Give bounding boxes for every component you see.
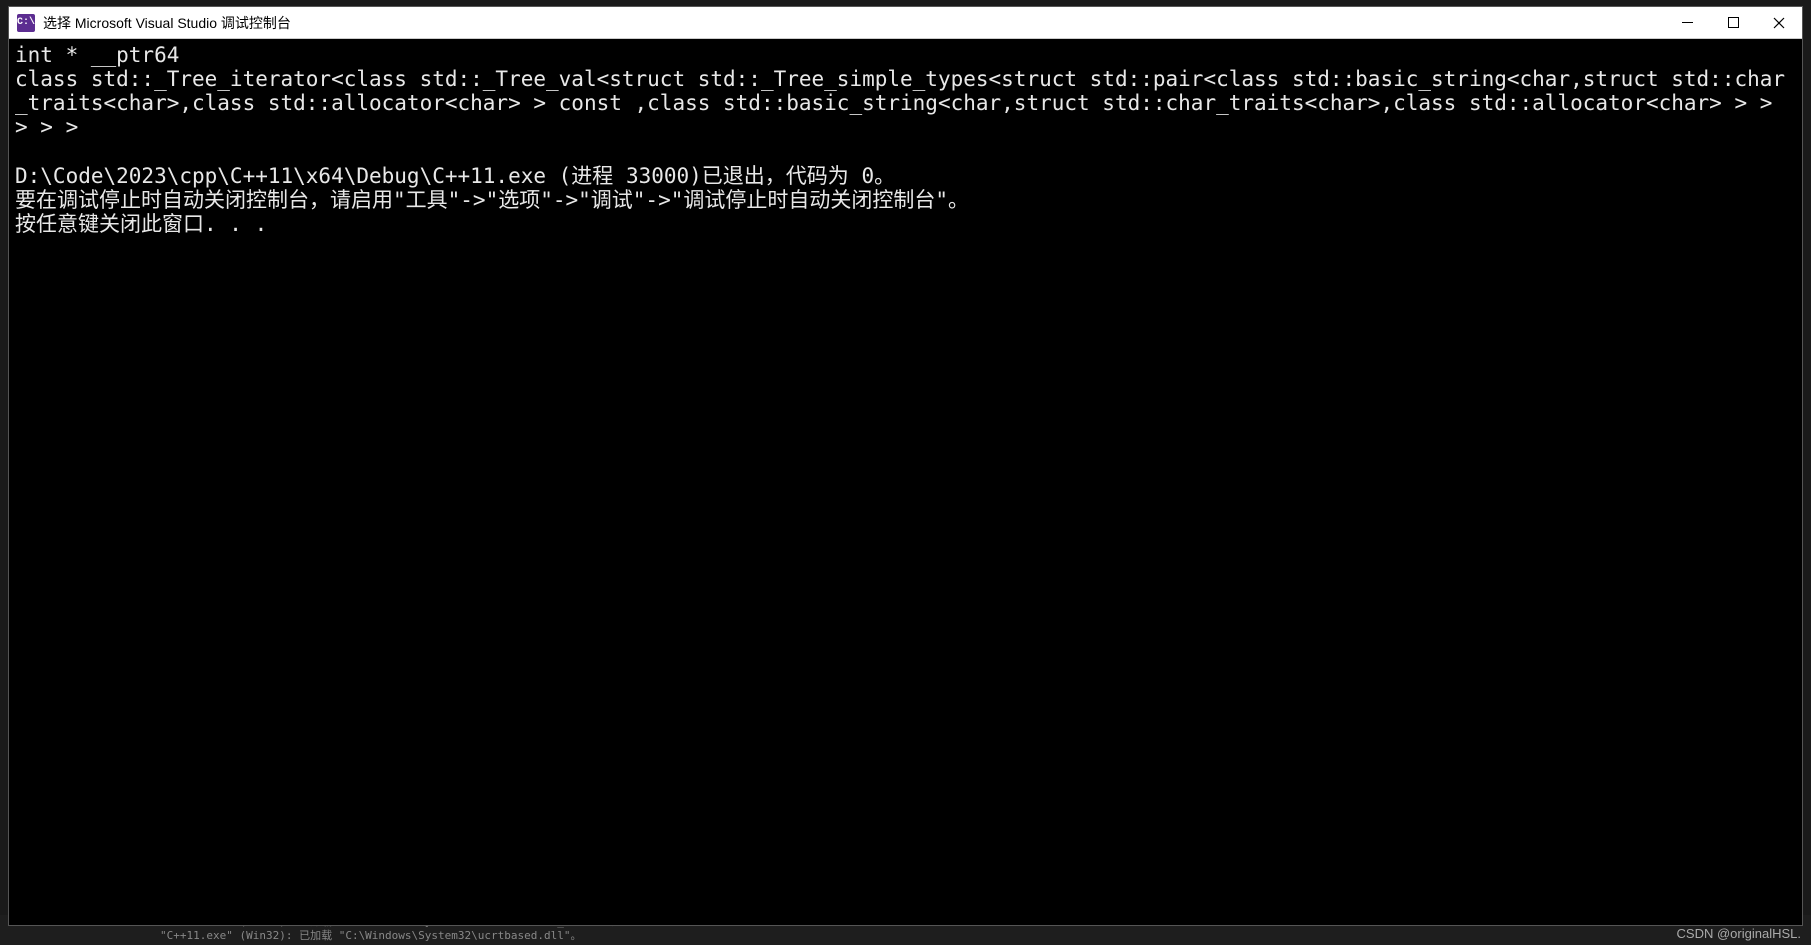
titlebar[interactable]: C:\ 选择 Microsoft Visual Studio 调试控制台 (9, 7, 1802, 39)
console-window: C:\ 选择 Microsoft Visual Studio 调试控制台 int… (8, 6, 1803, 926)
maximize-icon (1728, 17, 1739, 28)
watermark: CSDN @originalHSL. (1677, 926, 1801, 941)
minimize-icon (1682, 22, 1693, 23)
close-icon (1773, 17, 1785, 29)
console-line-0: int * __ptr64 (15, 43, 179, 67)
console-line-3: D:\Code\2023\cpp\C++11\x64\Debug\C++11.e… (15, 164, 895, 188)
console-line-5: 按任意键关闭此窗口. . . (15, 212, 267, 236)
window-title: 选择 Microsoft Visual Studio 调试控制台 (43, 13, 291, 33)
console-body[interactable]: int * __ptr64 class std::_Tree_iterator<… (9, 39, 1802, 925)
close-button[interactable] (1756, 7, 1802, 39)
app-icon: C:\ (17, 14, 35, 32)
app-icon-text: C:\ (17, 17, 35, 28)
minimize-button[interactable] (1664, 7, 1710, 39)
console-line-4: 要在调试停止时自动关闭控制台，请启用"工具"->"选项"->"调试"->"调试停… (15, 188, 969, 212)
titlebar-left: C:\ 选择 Microsoft Visual Studio 调试控制台 (17, 13, 291, 33)
console-line-1: class std::_Tree_iterator<class std::_Tr… (15, 67, 1785, 139)
window-controls (1664, 7, 1802, 39)
ide-output-line-2: "C++11.exe" (Win32): 已加载 "C:\Windows\Sys… (160, 929, 1811, 943)
console-output: int * __ptr64 class std::_Tree_iterator<… (15, 43, 1796, 236)
maximize-button[interactable] (1710, 7, 1756, 39)
